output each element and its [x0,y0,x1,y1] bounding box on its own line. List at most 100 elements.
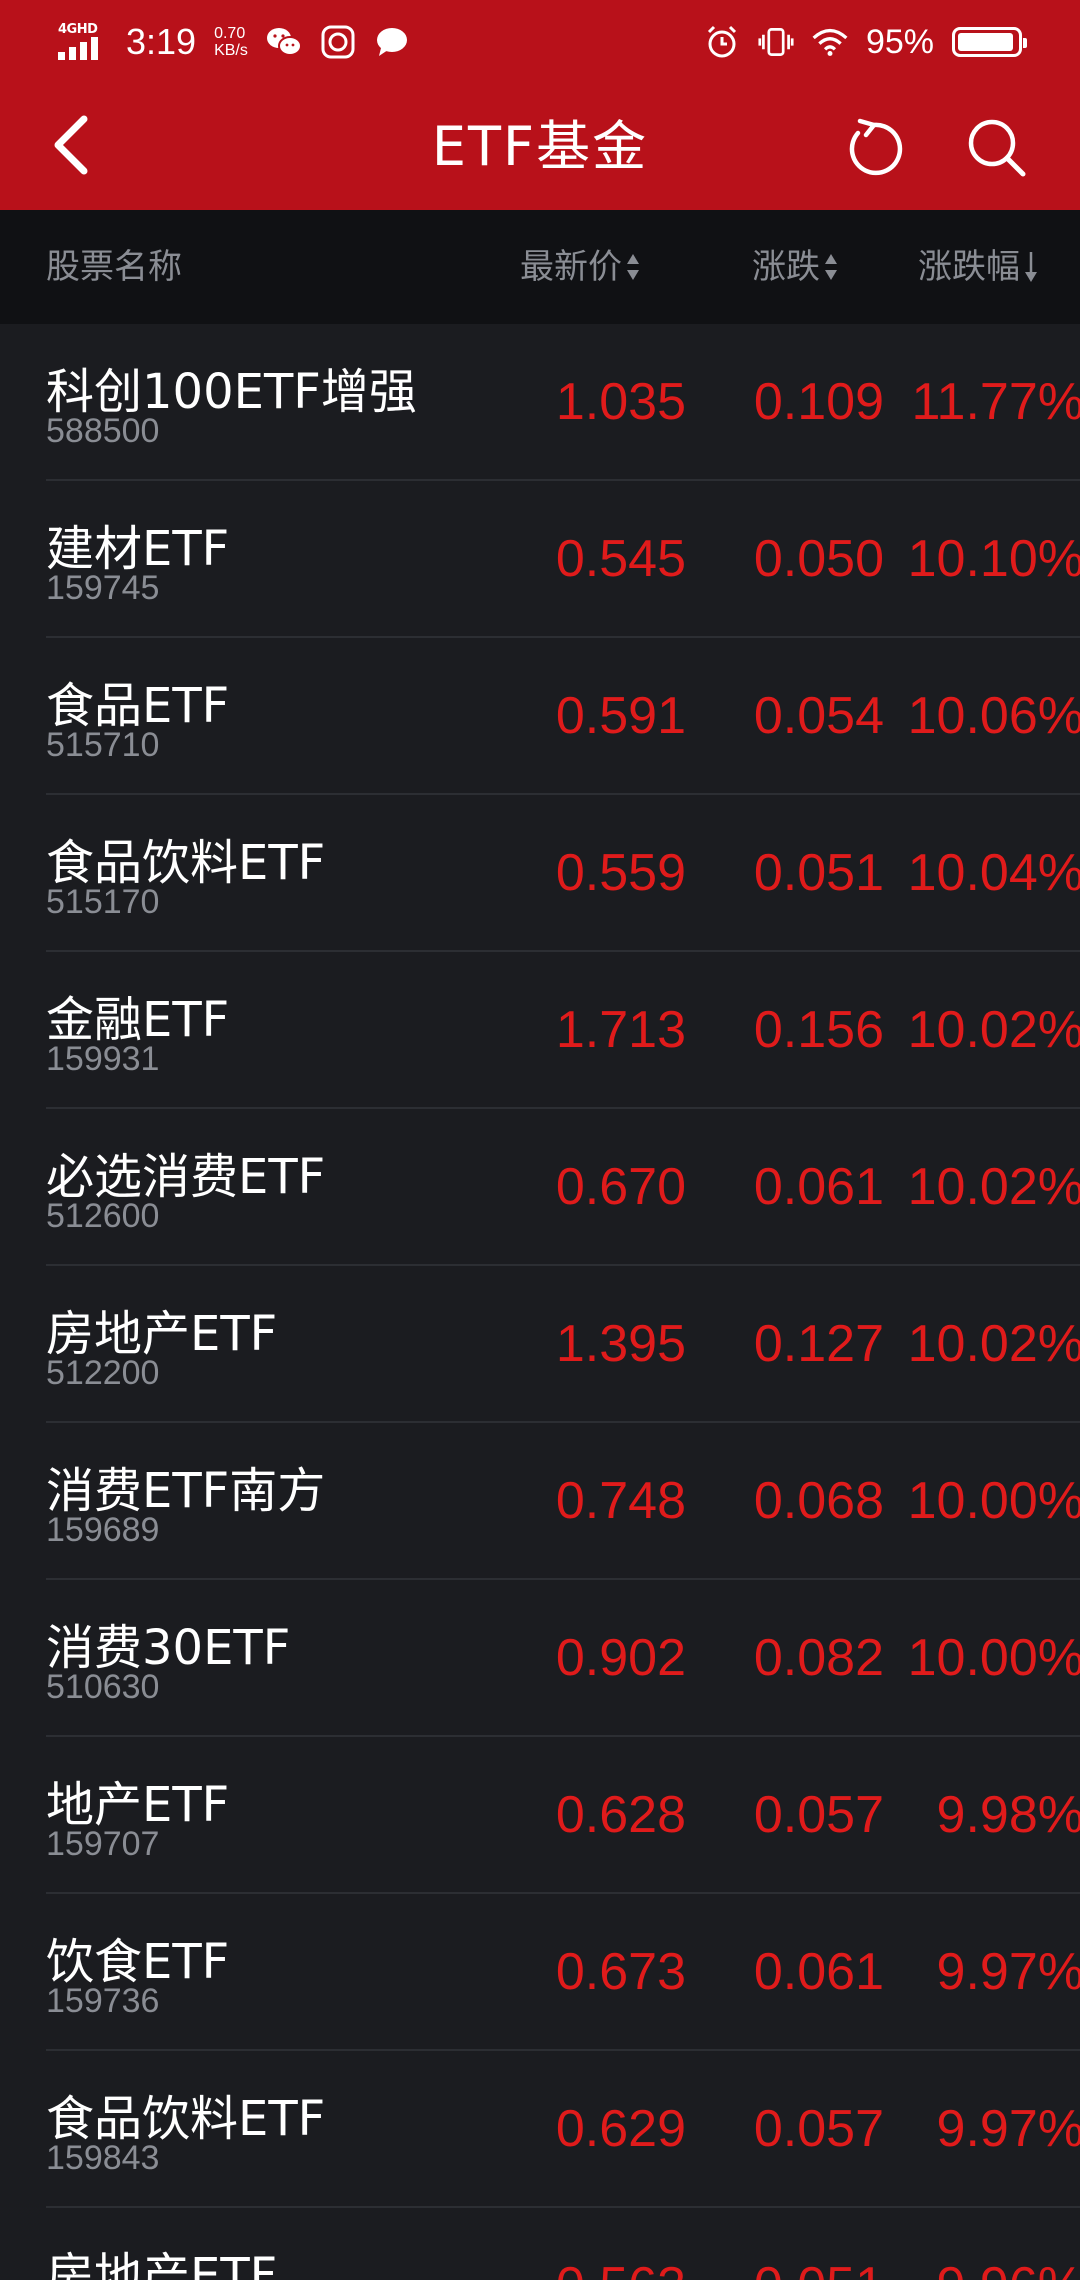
page-title: ETF基金 [431,115,649,178]
column-pct-label: 涨跌幅 [918,247,1020,287]
table-row[interactable]: 建材ETF 159745 0.545 0.050 10.10% [46,481,1080,638]
fund-code: 159745 [46,569,160,607]
change-percent: 10.02% [907,1315,1080,1373]
change-percent: 9.98% [936,1786,1080,1844]
column-header-bar: 股票名称 最新价 涨跌 涨跌幅 [0,210,1080,324]
etf-list: 科创100ETF增强 588500 1.035 0.109 11.77% 建材ETF 159… [0,324,1080,2280]
clock: 3:19 [126,21,197,62]
sort-by-change[interactable]: 涨跌 [752,210,838,324]
change-percent: 10.06% [907,687,1080,745]
price-change: 0.051 [753,844,884,902]
battery-icon [952,27,1027,57]
latest-price: 0.673 [555,1943,686,2001]
change-percent: 10.00% [907,1629,1080,1687]
search-icon [968,119,1026,177]
latest-price: 0.748 [555,1472,686,1530]
latest-price: 0.902 [555,1629,686,1687]
price-change: 0.057 [753,2100,884,2158]
latest-price: 1.713 [555,1001,686,1059]
search-button[interactable] [962,114,1030,180]
table-row[interactable]: 地产ETF 159707 0.628 0.057 9.98% [46,1737,1080,1894]
fund-code: 159707 [46,1825,160,1863]
table-row[interactable]: 房地产ETF 512200 1.395 0.127 10.02% [46,1266,1080,1423]
vibrate-icon [758,24,794,60]
fund-code: 159689 [46,1511,160,1549]
network-type: 4GHD [58,22,98,37]
refresh-button[interactable] [840,114,908,180]
change-percent: 11.77% [911,373,1080,431]
change-percent: 10.00% [907,1472,1080,1530]
price-change: 0.061 [753,1943,884,2001]
table-row[interactable]: 消费30ETF 510630 0.902 0.082 10.00% [46,1580,1080,1737]
latest-price: 0.629 [555,2100,686,2158]
price-change: 0.054 [753,687,884,745]
latest-price: 0.545 [555,530,686,588]
fund-code: 159736 [46,1982,160,2020]
change-percent: 9.96% [937,2208,1080,2280]
latest-price: 0.563 [556,2208,686,2280]
sort-both-icon [824,250,838,284]
fund-code: 159931 [46,1040,160,1078]
price-change: 0.109 [753,373,884,431]
table-row[interactable]: 房地产ETF 0.563 0.051 9.96% [46,2208,1080,2280]
column-price-label: 最新价 [520,247,622,287]
app-notification-icon [320,24,356,60]
table-row[interactable]: 食品ETF 515710 0.591 0.054 10.06% [46,638,1080,795]
battery-level [958,33,1014,51]
price-change: 0.156 [753,1001,884,1059]
battery-percentage: 95% [865,22,934,61]
sort-by-price[interactable]: 最新价 [520,210,640,324]
price-change: 0.127 [753,1315,884,1373]
table-row[interactable]: 食品饮料ETF 515170 0.559 0.051 10.04% [46,795,1080,952]
sort-descending-icon [1024,250,1038,284]
table-row[interactable]: 科创100ETF增强 588500 1.035 0.109 11.77% [46,324,1080,481]
cellular-signal-icon: 4GHD [58,22,108,62]
status-bar: 4GHD 3:19 0.70 KB/s 95% [0,0,1080,84]
alarm-icon [704,24,740,60]
column-name: 股票名称 [46,247,182,287]
fund-code: 512200 [46,1354,160,1392]
message-bubble-icon [374,24,410,60]
wifi-icon [812,24,848,60]
change-percent: 10.02% [907,1001,1080,1059]
column-change-label: 涨跌 [752,247,820,287]
chevron-left-icon [54,115,88,175]
change-percent: 10.04% [907,844,1080,902]
fund-code: 510630 [46,1668,160,1706]
fund-code: 588500 [46,412,160,450]
latest-price: 0.670 [555,1158,686,1216]
price-change: 0.068 [753,1472,884,1530]
change-percent: 10.02% [907,1158,1080,1216]
sort-by-percent[interactable]: 涨跌幅 [918,210,1038,324]
top-app-bar: ETF基金 [0,84,1080,210]
table-row[interactable]: 消费ETF南方 159689 0.748 0.068 10.00% [46,1423,1080,1580]
network-speed: 0.70 KB/s [214,25,248,59]
table-row[interactable]: 金融ETF 159931 1.713 0.156 10.02% [46,952,1080,1109]
fund-code: 515710 [46,726,160,764]
price-change: 0.051 [754,2208,884,2280]
sort-both-icon [626,250,640,284]
latest-price: 1.035 [555,373,686,431]
price-change: 0.050 [753,530,884,588]
change-percent: 9.97% [936,1943,1080,2001]
table-row[interactable]: 食品饮料ETF 159843 0.629 0.057 9.97% [46,2051,1080,2208]
latest-price: 1.395 [555,1315,686,1373]
price-change: 0.082 [753,1629,884,1687]
price-change: 0.061 [753,1158,884,1216]
table-row[interactable]: 必选消费ETF 512600 0.670 0.061 10.02% [46,1109,1080,1266]
back-button[interactable] [40,110,100,180]
speed-unit: KB/s [214,42,248,59]
change-percent: 10.10% [907,530,1080,588]
latest-price: 0.591 [555,687,686,745]
price-change: 0.057 [753,1786,884,1844]
fund-code: 159843 [46,2139,160,2177]
fund-code: 512600 [46,1197,160,1235]
table-row[interactable]: 饮食ETF 159736 0.673 0.061 9.97% [46,1894,1080,2051]
latest-price: 0.559 [555,844,686,902]
fund-name: 房地产ETF [46,2248,278,2280]
change-percent: 9.97% [936,2100,1080,2158]
refresh-icon [849,118,903,176]
speed-value: 0.70 [214,25,246,42]
fund-code: 515170 [46,883,160,921]
wechat-icon [266,24,302,60]
